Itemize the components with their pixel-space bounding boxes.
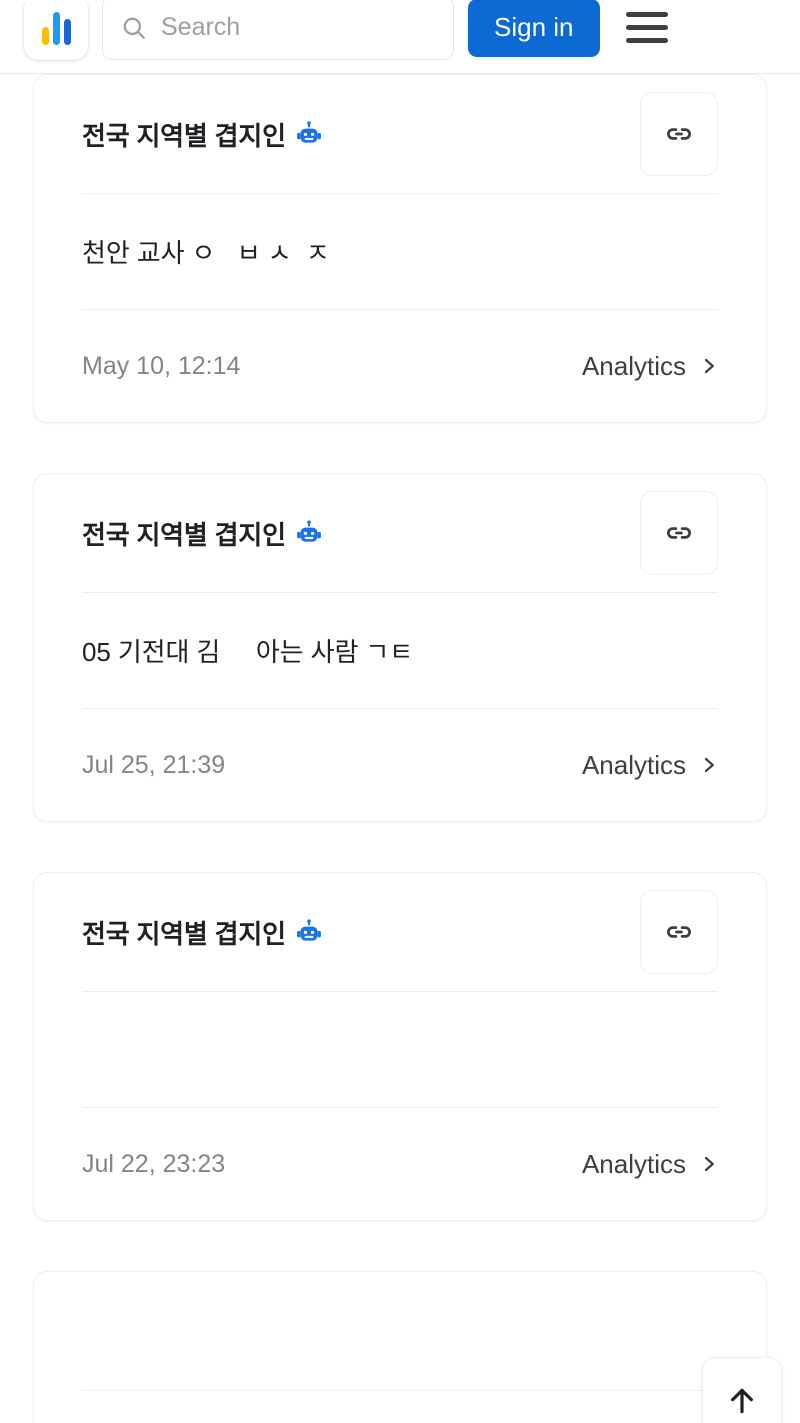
app-header: Sign in <box>0 0 800 74</box>
robot-icon <box>296 121 321 143</box>
page-root: Sign in 전국 지역별 겹지인 <box>0 0 800 1423</box>
robot-icon <box>296 520 321 542</box>
card-date: May 10, 12:14 <box>82 351 241 380</box>
card-footer: Jul 22, 23:23 Analytics <box>82 1108 718 1220</box>
card-date: Jul 25, 21:39 <box>82 750 226 779</box>
search-input[interactable] <box>161 13 435 42</box>
card-list: 전국 지역별 겹지인 천안 교사 ㅇ ㅂ ㅅ ㅈ May 10, 12:14 A… <box>0 74 800 1423</box>
scroll-to-top-button[interactable] <box>702 1357 782 1423</box>
search-icon <box>121 15 147 41</box>
sign-in-button[interactable]: Sign in <box>468 0 600 57</box>
copy-link-button[interactable] <box>640 890 718 974</box>
analytics-link[interactable]: Analytics <box>582 351 718 382</box>
analytics-label: Analytics <box>581 1148 686 1179</box>
chevron-right-icon <box>704 757 714 773</box>
chevron-right-icon <box>704 358 714 374</box>
copy-link-button[interactable] <box>640 92 718 176</box>
card-title-text: 전국 지역별 겹지인 <box>82 918 286 949</box>
card-footer: Jul 25, 21:39 Analytics <box>82 709 718 821</box>
card-header <box>82 1272 718 1390</box>
card-footer: May 10, 12:14 Analytics <box>82 310 718 422</box>
card-body-text: 05 기전대 김 아는 사람 ㄱㅌ <box>82 637 414 667</box>
link-icon <box>667 128 691 140</box>
card-date: Jul 22, 23:23 <box>82 1149 226 1178</box>
card-title-text: 전국 지역별 겹지인 <box>82 519 286 550</box>
card-title-text: 전국 지역별 겹지인 <box>82 120 286 151</box>
card-header: 전국 지역별 겹지인 <box>82 873 718 991</box>
card-body-text: 천안 교사 ㅇ ㅂ ㅅ ㅈ <box>82 238 330 268</box>
card-body-text <box>82 992 718 1107</box>
search-box[interactable] <box>102 0 454 60</box>
analytics-label: Analytics <box>581 350 686 381</box>
analytics-label: Analytics <box>581 749 686 780</box>
arrow-up-icon <box>731 1388 753 1414</box>
bar-chart-logo-icon <box>41 11 71 45</box>
card-body-text <box>82 1391 718 1423</box>
chevron-right-icon <box>704 1156 714 1172</box>
copy-link-button[interactable] <box>640 491 718 575</box>
card-title: 전국 지역별 겹지인 <box>82 116 322 153</box>
link-icon <box>667 926 691 938</box>
analytics-link[interactable]: Analytics <box>582 1149 718 1180</box>
link-icon <box>667 527 691 539</box>
card-header: 전국 지역별 겹지인 <box>82 75 718 193</box>
result-card[interactable]: 전국 지역별 겹지인 <box>33 872 767 1221</box>
card-title: 전국 지역별 겹지인 <box>82 914 322 951</box>
result-card[interactable]: 전국 지역별 겹지인 <box>33 473 767 822</box>
robot-icon <box>296 919 321 941</box>
card-title: 전국 지역별 겹지인 <box>82 515 322 552</box>
hamburger-menu-icon[interactable] <box>620 1 674 55</box>
analytics-link[interactable]: Analytics <box>582 750 718 781</box>
card-header: 전국 지역별 겹지인 <box>82 474 718 592</box>
result-card[interactable]: 전국 지역별 겹지인 <box>33 74 767 423</box>
result-card[interactable] <box>33 1271 767 1423</box>
logo-button[interactable] <box>24 0 88 60</box>
